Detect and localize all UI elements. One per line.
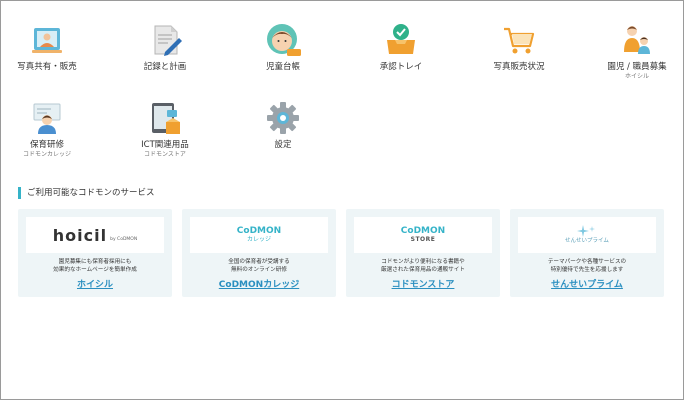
service-card-college[interactable]: CoDMON カレッジ 全国の保育者が受講する 無料のオンライン研修 CoDMO… [182, 209, 336, 297]
menu-item-recruit[interactable]: 園児 / 職員募集 ホイシル [587, 22, 684, 94]
description-line: 効果的なホームページを簡単作成 [53, 267, 137, 273]
menu-sublabel: ホイシル [624, 73, 649, 80]
college-logo: CoDMON カレッジ [190, 217, 328, 253]
menu-item-ict-goods[interactable]: ICT関連用品 コドモンストア [115, 100, 215, 172]
menu-label: 保育研修 [29, 140, 64, 150]
description-line: 全国の保育者が受講する [228, 259, 290, 265]
hoicil-logo-sub: by CoDMON [110, 236, 138, 242]
college-link[interactable]: CoDMONカレッジ [182, 277, 336, 290]
approval-tray-icon [387, 24, 415, 54]
menu-item-training[interactable]: 保育研修 コドモンカレッジ [0, 100, 97, 172]
menu-label: ICT関連用品 [141, 140, 189, 150]
description-line: 園児募集にも保育者採用にも [58, 259, 132, 265]
service-description: 園児募集にも保育者採用にも 効果的なホームページを簡単作成 [18, 258, 172, 274]
store-logo: CoDMON STORE [354, 217, 492, 253]
hoicil-logo-main: hoicil [52, 225, 108, 245]
store-logo-main: CoDMON [400, 226, 446, 236]
recruit-icon [624, 26, 650, 54]
description-line: 無料のオンライン研修 [231, 267, 287, 273]
ict-goods-icon [152, 103, 180, 134]
prime-logo-main: せんせいプライム [565, 238, 609, 244]
child-register-badge: 園児 [302, 48, 312, 53]
gear-icon [267, 102, 299, 134]
menu-label: 設定 [274, 140, 292, 150]
menu-label: 記録と計画 [143, 62, 187, 72]
menu-item-photo-share[interactable]: 写真共有・販売 [0, 22, 97, 94]
store-logo-sub: STORE [410, 236, 436, 243]
service-description: テーマパークや各種サービスの 特別優待で先生を応援します [510, 258, 664, 274]
menu-label: 園児 / 職員募集 [607, 62, 667, 72]
training-icon [33, 103, 61, 134]
menu-item-settings[interactable]: 設定 [233, 100, 333, 172]
hoicil-link[interactable]: ホイシル [18, 277, 172, 290]
description-line: コドモンがより便利になる書籍や [381, 259, 465, 265]
service-card-store[interactable]: CoDMON STORE コドモンがより便利になる書籍や 厳選された保育用品の通… [346, 209, 500, 297]
college-logo-sub: カレッジ [246, 236, 271, 243]
menu-item-photo-sales[interactable]: 写真販売状況 [469, 22, 569, 94]
record-plan-icon [154, 25, 182, 56]
description-line: テーマパークや各種サービスの [547, 259, 627, 265]
menu-sublabel: コドモンカレッジ [22, 151, 71, 158]
page-frame [0, 0, 684, 400]
menu-item-approval-tray[interactable]: 承認トレイ [351, 22, 451, 94]
section-title: ご利用可能なコドモンのサービス [18, 187, 155, 199]
prime-link[interactable]: せんせいプライム [510, 277, 664, 290]
menu-label: 写真販売状況 [493, 62, 545, 72]
photo-share-icon [32, 28, 62, 53]
shopping-cart-icon [504, 27, 535, 54]
service-card-hoicil[interactable]: hoicil by CoDMON 園児募集にも保育者採用にも 効果的なホームペー… [18, 209, 172, 297]
menu-item-child-register[interactable]: 児童台帳 [233, 22, 333, 94]
sparkle-icon [577, 225, 595, 237]
service-description: コドモンがより便利になる書籍や 厳選された保育用品の通販サイト [346, 258, 500, 274]
menu-label: 児童台帳 [265, 62, 300, 72]
service-cards: hoicil by CoDMON 園児募集にも保育者採用にも 効果的なホームペー… [18, 209, 666, 297]
college-logo-main: CoDMON [236, 226, 282, 236]
menu-sublabel: コドモンストア [144, 151, 186, 158]
store-link[interactable]: コドモンストア [346, 277, 500, 290]
service-card-prime[interactable]: せんせいプライム テーマパークや各種サービスの 特別優待で先生を応援します せん… [510, 209, 664, 297]
menu-label: 承認トレイ [379, 62, 423, 72]
description-line: 特別優待で先生を応援します [550, 267, 624, 273]
description-line: 厳選された保育用品の通販サイト [381, 267, 465, 273]
menu-label: 写真共有・販売 [17, 62, 77, 72]
service-description: 全国の保育者が受講する 無料のオンライン研修 [182, 258, 336, 274]
hoicil-logo: hoicil by CoDMON [26, 217, 164, 253]
child-register-icon [267, 24, 301, 56]
prime-logo: せんせいプライム [518, 217, 656, 253]
menu-item-record-plan[interactable]: 記録と計画 [115, 22, 215, 94]
